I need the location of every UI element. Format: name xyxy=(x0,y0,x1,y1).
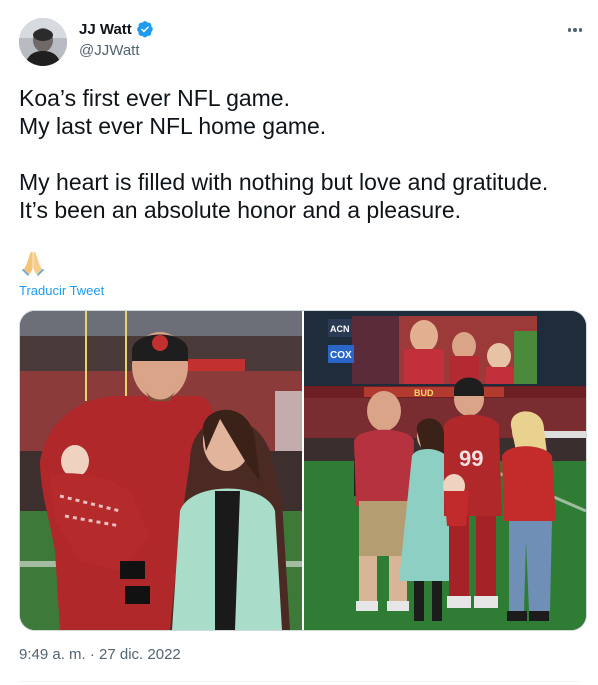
tweet-line: My heart is filled with nothing but love… xyxy=(19,169,549,195)
tweet-line: Koa’s first ever NFL game. xyxy=(19,85,290,111)
author-name-row: JJ Watt xyxy=(79,20,154,38)
author-avatar[interactable] xyxy=(19,18,67,66)
tweet-card: JJ Watt @JJWatt Koa’s first ever NFL gam… xyxy=(0,0,598,685)
scoreboard-sign: COX xyxy=(330,350,352,361)
scoreboard-sign: ACN xyxy=(330,324,350,334)
photo-group-field-scoreboard[interactable]: ACN COX BUD 99 xyxy=(304,311,586,630)
photo-image xyxy=(20,311,302,630)
folded-hands-emoji-icon xyxy=(22,252,44,276)
tweet-line: My last ever NFL home game. xyxy=(19,113,327,139)
svg-text:99: 99 xyxy=(459,446,483,471)
scoreboard-sign: BUD xyxy=(414,388,434,398)
avatar-image xyxy=(19,18,67,66)
tweet-line: It’s been an absolute honor and a pleasu… xyxy=(19,197,462,223)
ellipsis-icon-dot xyxy=(579,28,583,32)
ellipsis-icon-dot xyxy=(573,28,577,32)
author-name[interactable]: JJ Watt xyxy=(79,21,132,38)
translate-tweet-link[interactable]: Traducir Tweet xyxy=(19,283,104,298)
photo-image: ACN COX BUD 99 xyxy=(304,311,586,630)
verified-badge-icon xyxy=(136,21,153,38)
ellipsis-icon-dot xyxy=(567,28,571,32)
photo-family-stadium[interactable] xyxy=(20,311,302,630)
author-handle[interactable]: @JJWatt xyxy=(79,42,140,59)
media-grid: ACN COX BUD 99 xyxy=(19,310,587,631)
more-options-button[interactable] xyxy=(560,20,590,40)
tweet-text: Koa’s first ever NFL game. My last ever … xyxy=(19,84,579,224)
divider xyxy=(19,681,579,682)
tweet-timestamp[interactable]: 9:49 a. m. · 27 dic. 2022 xyxy=(19,646,181,663)
